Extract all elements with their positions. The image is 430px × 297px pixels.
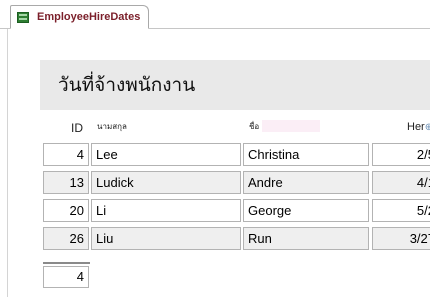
first-name-field[interactable]: Run [243,227,369,250]
table-row[interactable]: 26 Liu Run 3/27 [40,224,430,252]
footer-divider [43,262,90,264]
id-field[interactable]: 26 [43,227,89,250]
document-tab[interactable]: EmployeeHireDates [10,5,150,29]
form-header: วันที่จ้างพนักงาน [40,60,430,110]
form-title: วันที่จ้างพนักงาน [58,74,196,96]
column-label-last-name: นามสกุล [97,122,127,131]
first-name-field[interactable]: Christina [243,143,369,166]
id-field[interactable]: 20 [43,199,89,222]
column-label-hire-date: Her⊕ [407,121,430,133]
table-row[interactable]: 13 Ludick Andre 4/1 [40,168,430,196]
column-label-hire-date-text: Her [407,121,425,133]
hire-date-field[interactable]: 3/27 [372,227,430,250]
hire-date-field[interactable]: 4/1 [372,171,430,194]
column-label-highlight [262,120,320,132]
id-field[interactable]: 13 [43,171,89,194]
column-overflow-icon: ⊕ [424,122,430,133]
hire-date-field[interactable]: 5/2 [372,199,430,222]
table-row[interactable]: 4 Lee Christina 2/5 [40,140,430,168]
first-name-field[interactable]: Andre [243,171,369,194]
last-name-field[interactable]: Ludick [91,171,241,194]
column-label-first-name: ชื่อ [249,122,260,131]
column-label-id: ID [71,121,83,135]
access-form-window: EmployeeHireDates วันที่จ้างพนักงาน ID น… [0,0,430,297]
tab-title: EmployeeHireDates [37,11,141,23]
table-icon [17,11,29,23]
table-row[interactable]: 20 Li George 5/2 [40,196,430,224]
record-selector-strip [0,29,8,297]
record-count-field[interactable]: 4 [43,266,89,288]
last-name-field[interactable]: Li [91,199,241,222]
hire-date-field[interactable]: 2/5 [372,143,430,166]
last-name-field[interactable]: Liu [91,227,241,250]
last-name-field[interactable]: Lee [91,143,241,166]
document-tab-strip: EmployeeHireDates [0,0,430,29]
id-field[interactable]: 4 [43,143,89,166]
first-name-field[interactable]: George [243,199,369,222]
